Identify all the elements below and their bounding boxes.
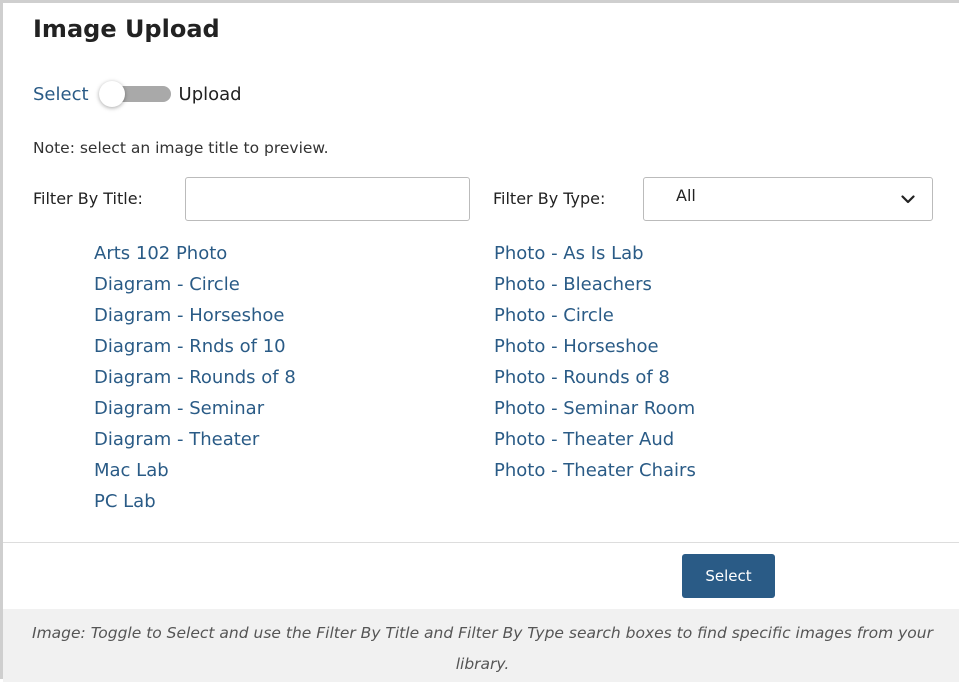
toggle-select-label[interactable]: Select xyxy=(33,84,89,105)
image-list-left: Arts 102 Photo Diagram - Circle Diagram … xyxy=(94,241,296,520)
toggle-upload-label[interactable]: Upload xyxy=(179,84,242,105)
preview-note: Note: select an image title to preview. xyxy=(33,139,329,157)
filter-by-type-select[interactable]: All xyxy=(643,177,933,221)
select-upload-toggle-row: Select Upload xyxy=(33,81,242,107)
select-button[interactable]: Select xyxy=(682,554,775,598)
image-title-link[interactable]: Photo - Theater Aud xyxy=(494,427,696,458)
image-upload-panel: Image Upload Select Upload Note: select … xyxy=(0,0,959,682)
filter-by-title-input[interactable] xyxy=(185,177,470,221)
image-title-link[interactable]: Photo - Theater Chairs xyxy=(494,458,696,489)
image-title-link[interactable]: Photo - Bleachers xyxy=(494,272,696,303)
image-title-link[interactable]: Photo - Rounds of 8 xyxy=(494,365,696,396)
image-title-link[interactable]: Diagram - Theater xyxy=(94,427,296,458)
image-title-link[interactable]: Photo - As Is Lab xyxy=(494,241,696,272)
filter-by-type-value: All xyxy=(676,185,696,205)
image-title-link[interactable]: Diagram - Seminar xyxy=(94,396,296,427)
image-title-link[interactable]: Photo - Circle xyxy=(494,303,696,334)
image-title-link[interactable]: PC Lab xyxy=(94,489,296,520)
filter-by-type-label: Filter By Type: xyxy=(493,189,606,208)
page-title: Image Upload xyxy=(33,15,220,43)
image-title-link[interactable]: Diagram - Rnds of 10 xyxy=(94,334,296,365)
image-title-link[interactable]: Photo - Horseshoe xyxy=(494,334,696,365)
image-title-link[interactable]: Diagram - Horseshoe xyxy=(94,303,296,334)
image-title-link[interactable]: Diagram - Rounds of 8 xyxy=(94,365,296,396)
filter-by-title-label: Filter By Title: xyxy=(33,189,143,208)
footer-divider xyxy=(3,542,959,543)
toggle-knob[interactable] xyxy=(98,81,125,107)
image-title-link[interactable]: Photo - Seminar Room xyxy=(494,396,696,427)
select-upload-toggle[interactable] xyxy=(98,81,171,107)
chevron-down-icon xyxy=(900,191,916,207)
image-title-link[interactable]: Mac Lab xyxy=(94,458,296,489)
image-title-link[interactable]: Diagram - Circle xyxy=(94,272,296,303)
image-caption: Image: Toggle to Select and use the Filt… xyxy=(3,609,959,682)
image-list-right: Photo - As Is Lab Photo - Bleachers Phot… xyxy=(494,241,696,489)
image-title-link[interactable]: Arts 102 Photo xyxy=(94,241,296,272)
